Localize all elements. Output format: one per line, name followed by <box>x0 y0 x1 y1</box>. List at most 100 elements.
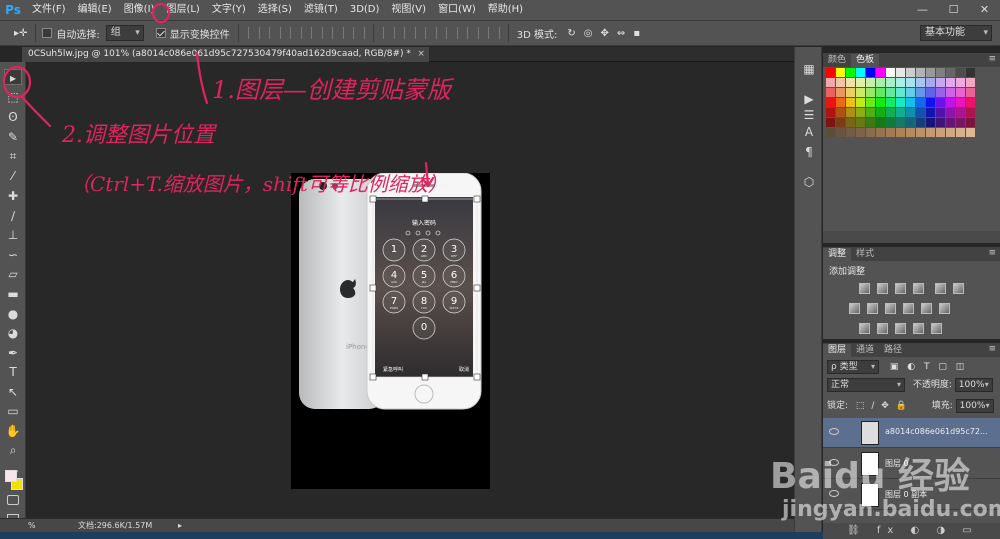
workspace-dropdown[interactable]: 基本功能 <box>920 25 992 41</box>
selective-color-icon[interactable] <box>913 323 924 334</box>
quick-mask-icon[interactable] <box>7 495 19 505</box>
color-swatch[interactable] <box>846 128 855 137</box>
brightness-icon[interactable] <box>859 283 870 294</box>
color-swatch[interactable] <box>876 98 885 107</box>
lock-paint-icon[interactable]: ∕ <box>871 401 874 411</box>
curves-icon[interactable] <box>895 283 906 294</box>
color-swatch[interactable] <box>826 108 835 117</box>
type-tool-icon[interactable]: T <box>4 364 22 380</box>
tab-paths[interactable]: 路径 <box>879 344 907 357</box>
color-swatch[interactable] <box>886 88 895 97</box>
layers-footer-icons[interactable]: ⛓ fx ◐ ◑ ▭ ▣ 🗑 <box>823 523 1000 539</box>
menu-image[interactable]: 图像(I) <box>118 0 161 20</box>
color-swatch[interactable] <box>826 78 835 87</box>
shape-tool-icon[interactable]: ▭ <box>4 403 22 419</box>
paragraph-panel-icon[interactable]: ¶ <box>801 144 817 160</box>
color-swatch[interactable] <box>856 88 865 97</box>
character-panel-icon[interactable]: A <box>801 124 817 140</box>
color-swatch[interactable] <box>886 68 895 77</box>
color-swatch[interactable] <box>966 68 975 77</box>
show-transform-checkbox[interactable] <box>155 28 166 38</box>
color-swatch[interactable] <box>956 128 965 137</box>
color-swatch[interactable] <box>966 78 975 87</box>
color-swatch[interactable] <box>916 78 925 87</box>
color-swatch[interactable] <box>946 118 955 127</box>
channel-mixer-icon[interactable] <box>921 303 932 314</box>
color-swatch[interactable] <box>926 98 935 107</box>
color-swatch[interactable] <box>966 98 975 107</box>
posterize-icon[interactable] <box>877 323 888 334</box>
color-swatch[interactable] <box>906 128 915 137</box>
gradient-map-triangle-icon[interactable] <box>953 283 964 294</box>
color-swatch[interactable] <box>856 118 865 127</box>
color-swatch[interactable] <box>906 68 915 77</box>
color-swatch[interactable] <box>936 68 945 77</box>
auto-select-dropdown[interactable]: 组 <box>105 25 144 41</box>
dodge-tool-icon[interactable]: ◕ <box>4 325 22 341</box>
lock-all-icon[interactable]: 🔒 <box>896 401 907 411</box>
zoom-field[interactable]: % <box>28 519 36 532</box>
distribute-right-icon[interactable] <box>487 27 500 39</box>
pen-tool-icon[interactable]: ✒ <box>4 345 22 361</box>
tab-channels[interactable]: 通道 <box>851 344 879 357</box>
color-swatch[interactable] <box>946 128 955 137</box>
tab-layers[interactable]: 图层 <box>823 344 852 357</box>
lock-pixels-icon[interactable]: ⬚ <box>856 401 865 411</box>
filter-adjust-icon[interactable]: ◐ <box>907 362 915 372</box>
align-hcenter-icon[interactable] <box>331 27 344 39</box>
distribute-hcenter-icon[interactable] <box>466 27 479 39</box>
color-swatch[interactable] <box>946 108 955 117</box>
color-swatch[interactable] <box>866 128 875 137</box>
color-swatch[interactable] <box>936 88 945 97</box>
healing-brush-tool-icon[interactable]: ✚ <box>4 188 22 204</box>
color-swatch[interactable] <box>846 78 855 87</box>
black-white-icon[interactable] <box>885 303 896 314</box>
color-swatch[interactable] <box>946 98 955 107</box>
color-swatch[interactable] <box>886 118 895 127</box>
color-swatch[interactable] <box>876 118 885 127</box>
color-swatch[interactable] <box>866 108 875 117</box>
distribute-vcenter-icon[interactable] <box>403 27 416 39</box>
foreground-color-swatch[interactable] <box>5 470 17 482</box>
hand-tool-icon[interactable]: ✋ <box>4 423 22 439</box>
color-swatch[interactable] <box>846 118 855 127</box>
color-swatch[interactable] <box>826 88 835 97</box>
color-swatch[interactable] <box>866 88 875 97</box>
color-swatch[interactable] <box>926 128 935 137</box>
color-swatch[interactable] <box>876 108 885 117</box>
color-swatch[interactable] <box>846 68 855 77</box>
menu-select[interactable]: 选择(S) <box>252 0 298 20</box>
filter-pixel-icon[interactable]: ▣ <box>890 362 899 372</box>
blend-mode-dropdown[interactable]: 正常 <box>827 378 905 392</box>
gradient-tool-icon[interactable]: ▬ <box>4 286 22 302</box>
color-swatch[interactable] <box>876 78 885 87</box>
distribute-bottom-icon[interactable] <box>424 27 437 39</box>
color-swatch[interactable] <box>856 128 865 137</box>
color-swatch[interactable] <box>866 118 875 127</box>
actions-panel-icon[interactable]: ▶ <box>801 91 817 107</box>
close-button[interactable]: ✕ <box>969 0 1000 20</box>
color-swatch[interactable] <box>956 118 965 127</box>
align-vcenter-icon[interactable] <box>268 27 281 39</box>
color-swatch[interactable] <box>916 68 925 77</box>
menu-help[interactable]: 帮助(H) <box>482 0 529 20</box>
threshold-icon[interactable] <box>895 323 906 334</box>
slide-3d-icon[interactable]: ⇔ <box>617 28 625 39</box>
quick-select-tool-icon[interactable]: ✎ <box>4 129 22 145</box>
color-swatch[interactable] <box>936 108 945 117</box>
color-swatch[interactable] <box>886 78 895 87</box>
panel-menu-icon[interactable]: ≡ <box>988 343 996 356</box>
color-swatch[interactable] <box>916 98 925 107</box>
color-swatch[interactable] <box>956 68 965 77</box>
tab-swatches[interactable]: 色板 <box>851 54 880 67</box>
history-brush-tool-icon[interactable]: ∽ <box>4 247 22 263</box>
color-swatch[interactable] <box>906 108 915 117</box>
color-swatch[interactable] <box>936 98 945 107</box>
color-swatch[interactable] <box>896 98 905 107</box>
minimize-button[interactable]: — <box>907 0 938 20</box>
vibrance-icon[interactable] <box>935 283 946 294</box>
color-swatch[interactable] <box>966 88 975 97</box>
color-swatch[interactable] <box>866 78 875 87</box>
eye-icon[interactable] <box>829 428 839 435</box>
color-swatch[interactable] <box>886 128 895 137</box>
